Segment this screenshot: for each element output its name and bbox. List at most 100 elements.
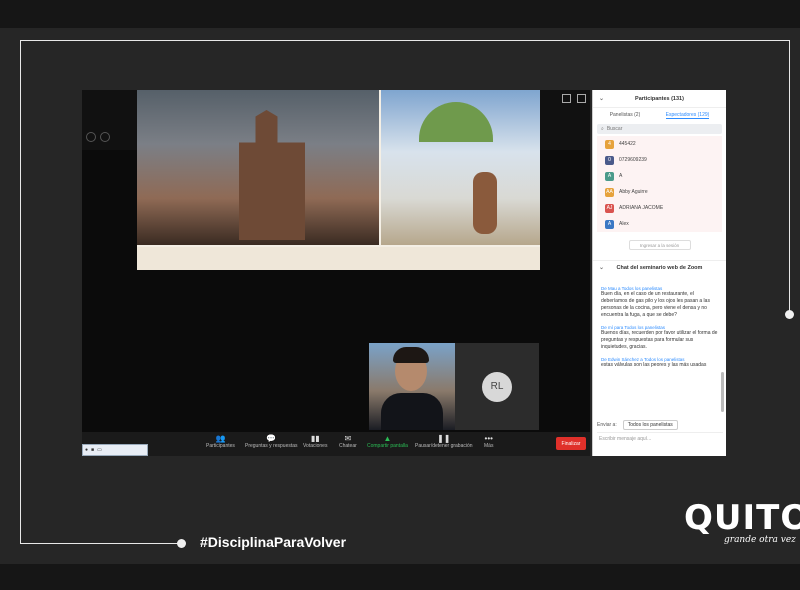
list-item[interactable]: AJ ADRIANA JACOME [597,200,722,216]
avatar: A [605,219,614,229]
toolbar-label: Chatear [339,443,357,449]
frame-dot-right [785,310,794,319]
collapse-chevron-icon[interactable]: ⌄ [599,95,604,102]
participants-list: 4 445422 0 0729609239 A A AA Abby Aguirr… [597,136,722,232]
tab-panelists[interactable]: Panelistas (2) [610,112,641,119]
toolbar-label: Votaciones [303,443,328,449]
avatar: A [605,171,614,181]
video-icon[interactable]: ■ [91,447,94,453]
promote-button[interactable]: Ingresar a la sesión [628,240,691,250]
list-item[interactable]: 0 0729609239 [597,152,722,168]
toolbar-label: Participantes [206,443,235,449]
chat-icon: ✉ [344,434,352,443]
reading-woman [473,172,497,234]
zoom-meeting-window: RL 👥 Participantes 💬 Preguntas y respues… [82,90,590,456]
list-item[interactable]: A Alex [597,216,722,232]
list-item[interactable]: 4 445422 [597,136,722,152]
remote-video[interactable]: RL [455,343,539,430]
search-icon: ⌕ [601,126,604,132]
participant-name: ADRIANA JACOME [619,205,664,211]
logo-word: QUITO [684,498,800,538]
chat-title: Chat del seminario web de Zoom [616,264,703,271]
view-controls [562,94,586,103]
record-icon: ❚❚ [437,434,451,443]
frame-line-bottom [20,543,180,544]
logo-tagline: grande otra vez [724,535,796,545]
frame-line-right [789,40,790,314]
screen-icon[interactable]: ▭ [97,447,102,453]
tab-attendees[interactable]: Espectadores (129) [665,112,710,119]
toolbar-record[interactable]: ❚❚ Pausar/detener grabación [415,434,473,449]
speaker-hair [393,347,429,363]
remote-avatar: RL [482,371,512,402]
mic-icon[interactable]: ● [85,447,88,453]
avatar: 0 [605,155,614,165]
speaker-body [381,393,443,430]
zoom-icon[interactable] [100,132,110,142]
toolbar-label: Preguntas y respuestas [245,443,298,449]
chat-recipient-select[interactable]: Todos los panelistas [622,420,678,430]
toolbar-label: Pausar/detener grabación [415,443,473,449]
toolbar-participants[interactable]: 👥 Participantes [206,434,235,449]
participants-search[interactable]: ⌕ Buscar [597,124,722,134]
church-facade [239,110,305,240]
chat-input[interactable]: Escribir mensaje aquí... [597,432,723,444]
toolbar-label: Compartir pantalla [367,443,408,449]
chat-scrollbar[interactable] [721,372,724,412]
participant-name: Abby Aguirre [619,189,648,195]
mini-control-bar[interactable]: ● ■ ▭ [82,444,148,456]
search-placeholder: Buscar [606,126,623,132]
participants-title: Participantes (131) [635,95,684,102]
toolbar-chat[interactable]: ✉ Chatear [339,434,357,449]
participant-name: 445422 [619,141,636,147]
side-panel: ⌄ Participantes (131) Panelistas (2) Esp… [592,90,726,456]
view-icon[interactable] [562,94,571,103]
hashtag-text: #DisciplinaParaVolver [200,534,347,550]
participant-name: 0729609239 [619,157,647,163]
more-icon: ••• [484,434,493,443]
church-photo [137,90,379,245]
chat-to-label: Enviar a: [597,422,617,428]
participants-header: ⌄ Participantes (131) [593,90,726,108]
avatar: AJ [605,203,614,213]
chat-message: Buenos días, recuerden por favor utiliza… [601,330,718,350]
toolbar-polls[interactable]: ▮▮ Votaciones [303,434,327,449]
quito-logo: QUITO grande otra vez [684,498,800,554]
collapse-chevron-icon[interactable]: ⌄ [599,264,604,271]
frame-line-left [20,40,21,543]
toolbar-label: Más [484,443,494,449]
shared-slide [137,90,540,270]
speaker-video[interactable] [369,343,455,430]
basilica-photo [381,90,540,245]
list-item[interactable]: A A [597,168,722,184]
toolbar-more[interactable]: ••• Más [484,434,493,449]
slide-footer [137,247,540,270]
frame-line-top [20,40,790,41]
qa-icon: 💬 [266,434,277,443]
fullscreen-icon[interactable] [577,94,586,103]
polls-icon: ▮▮ [310,434,320,443]
end-meeting-button[interactable]: Finalizar [556,437,586,450]
avatar: 4 [605,139,614,149]
share-controls [86,132,110,142]
frame-dot-bottom [177,539,186,548]
toolbar-qa[interactable]: 💬 Preguntas y respuestas [245,434,298,449]
toolbar-share-screen[interactable]: ▲ Compartir pantalla [367,434,408,449]
avatar: AA [605,187,614,197]
chat-message: Buen día, en el caso de un restaurante, … [601,291,710,318]
list-item[interactable]: AA Abby Aguirre [597,184,722,200]
participants-icon: 👥 [215,434,226,443]
participants-tabs: Panelistas (2) Espectadores (129) [593,108,726,122]
bottom-letterbox [0,564,800,590]
video-tiles: RL [369,343,539,430]
chat-header: ⌄ Chat del seminario web de Zoom [593,260,726,274]
chat-messages: De Mau a Todos los panelistas Buen día, … [593,274,726,402]
top-letterbox [0,0,800,28]
share-screen-icon: ▲ [383,434,392,443]
chat-message: estas válvulas son las peores y las más … [601,362,707,368]
participant-name: Alex [619,221,629,227]
meeting-toolbar: 👥 Participantes 💬 Preguntas y respuestas… [82,432,590,456]
annotate-icon[interactable] [86,132,96,142]
chat-recipient: Enviar a: Todos los panelistas [597,420,678,430]
green-dome [419,102,493,142]
